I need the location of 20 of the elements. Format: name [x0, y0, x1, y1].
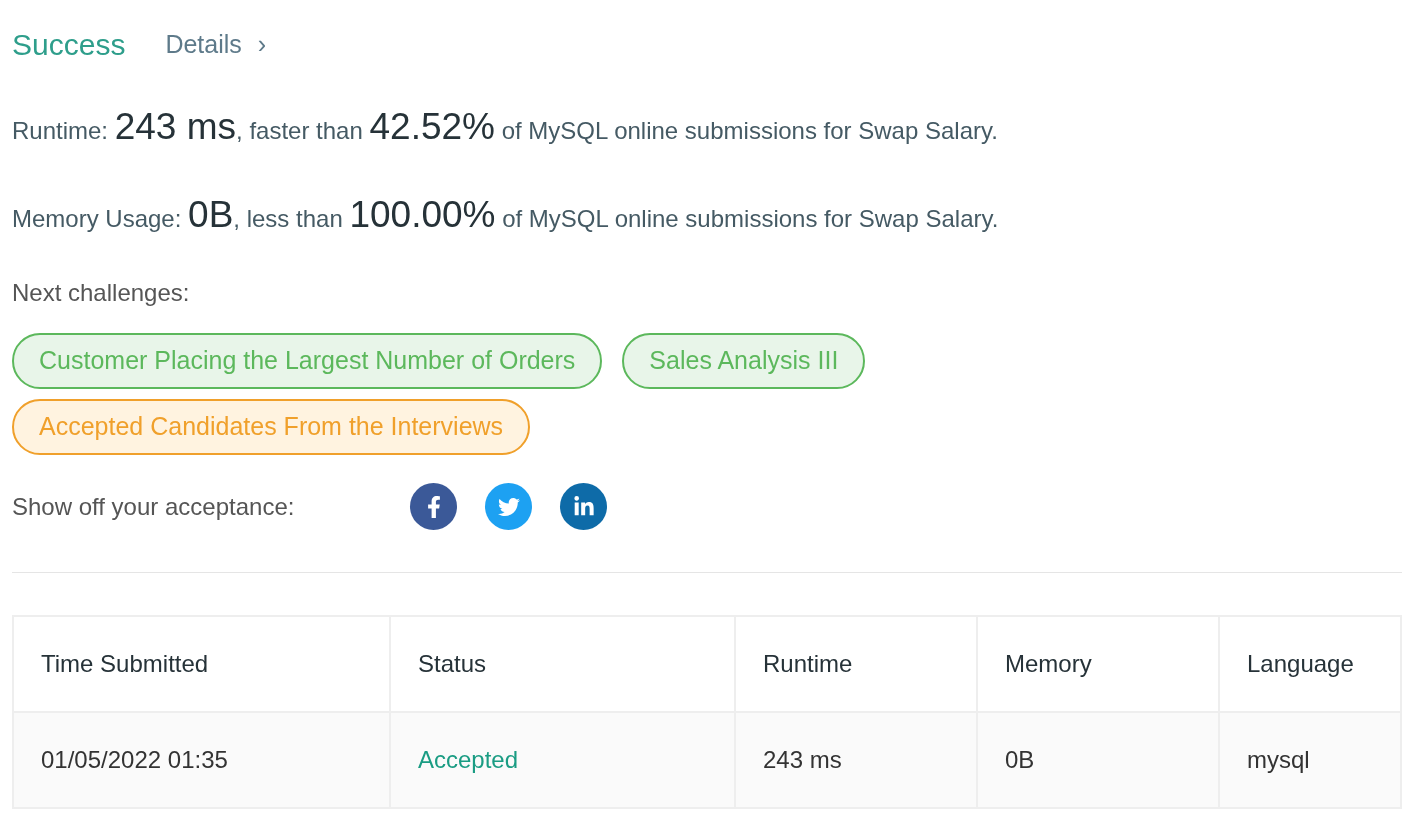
table-cell: 243 ms: [735, 712, 977, 808]
challenge-tag[interactable]: Sales Analysis III: [622, 333, 866, 389]
share-label: Show off your acceptance:: [12, 491, 296, 522]
challenge-tag[interactable]: Accepted Candidates From the Interviews: [12, 399, 531, 455]
details-link[interactable]: Details ›: [165, 25, 267, 64]
in-logo-button[interactable]: [560, 483, 607, 530]
next-challenges-label: Next challenges:: [12, 278, 191, 308]
status-title: Success: [12, 27, 126, 63]
column-header: Time Submitted: [13, 616, 390, 712]
bird-logo-button[interactable]: [485, 483, 532, 530]
bird-icon: [497, 495, 520, 518]
table-cell: 01/05/2022 01:35: [13, 712, 390, 808]
in-letters-icon: [572, 495, 595, 518]
table-cell: 0B: [977, 712, 1219, 808]
stat-sentence: Memory Usage: 0B, less than 100.00% of MySQL online submissions for Swap Salary.: [12, 195, 1000, 237]
table-cell: Accepted: [390, 712, 735, 808]
f-logo-button[interactable]: [410, 483, 457, 530]
table-cell: mysql: [1219, 712, 1401, 808]
stat-sentence: Runtime: 243 ms, faster than 42.52% of MySQL online submissions for Swap Salary.: [12, 107, 999, 149]
challenge-tag[interactable]: Customer Placing the Largest Number of Orders: [12, 333, 603, 389]
